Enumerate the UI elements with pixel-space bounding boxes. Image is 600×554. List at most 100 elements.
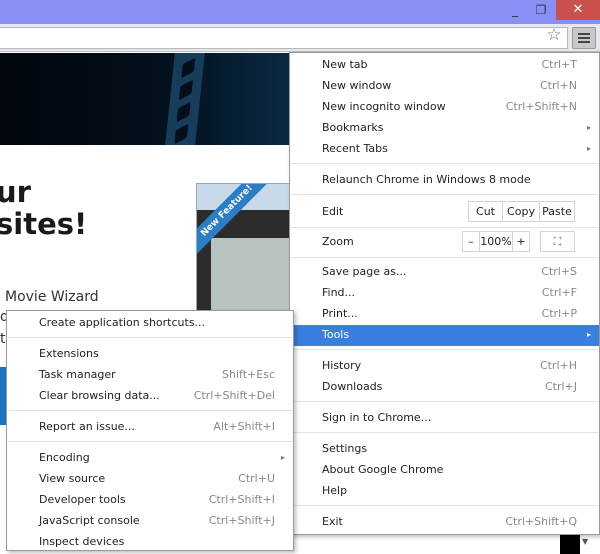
hamburger-icon-line bbox=[578, 37, 590, 39]
zoom-out-button[interactable]: – bbox=[463, 232, 480, 251]
zoom-in-button[interactable]: + bbox=[513, 232, 529, 251]
menu-item-label: Clear browsing data... bbox=[39, 389, 160, 402]
menu-item-shortcut: Ctrl+Shift+Q bbox=[505, 515, 577, 528]
headline-line-1: ur bbox=[0, 175, 31, 209]
menu-item-label: Settings bbox=[322, 442, 368, 455]
menu-item-exit[interactable]: Exit Ctrl+Shift+Q bbox=[290, 512, 599, 533]
menu-item-relaunch-windows8[interactable]: Relaunch Chrome in Windows 8 mode bbox=[290, 170, 599, 191]
menu-item-tools[interactable]: Tools ▸ bbox=[290, 325, 599, 346]
menu-item-shortcut: Ctrl+N bbox=[539, 79, 577, 92]
chrome-menu-button[interactable] bbox=[572, 27, 596, 49]
submenu-item-developer-tools[interactable]: Developer tools Ctrl+Shift+I bbox=[7, 490, 293, 511]
tools-submenu: Create application shortcuts... Extensio… bbox=[6, 310, 294, 551]
submenu-item-clear-browsing-data[interactable]: Clear browsing data... Ctrl+Shift+Del bbox=[7, 386, 293, 407]
submenu-item-view-source[interactable]: View source Ctrl+U bbox=[7, 469, 293, 490]
fullscreen-button[interactable]: ⛶ bbox=[540, 231, 575, 252]
menu-item-find[interactable]: Find... Ctrl+F bbox=[290, 283, 599, 304]
menu-item-new-incognito-window[interactable]: New incognito window Ctrl+Shift+N bbox=[290, 97, 599, 118]
menu-item-label: Tools bbox=[322, 328, 350, 341]
menu-item-label: Downloads bbox=[322, 380, 383, 393]
dropdown-arrow-icon[interactable]: ▼ bbox=[582, 537, 588, 546]
cut-button[interactable]: Cut bbox=[469, 202, 503, 221]
menu-item-shortcut: Alt+Shift+I bbox=[213, 420, 275, 433]
menu-item-label: Exit bbox=[322, 515, 343, 528]
close-icon: ✕ bbox=[572, 2, 584, 17]
menu-item-label: Relaunch Chrome in Windows 8 mode bbox=[322, 173, 531, 186]
menu-item-bookmarks[interactable]: Bookmarks ▸ bbox=[290, 118, 599, 139]
menu-item-label: About Google Chrome bbox=[322, 463, 444, 476]
menu-item-label: New window bbox=[322, 79, 392, 92]
copy-button[interactable]: Copy bbox=[503, 202, 540, 221]
menu-item-label: Help bbox=[322, 484, 348, 497]
menu-item-shortcut: Ctrl+Shift+J bbox=[208, 514, 275, 527]
restore-icon: ❐ bbox=[535, 3, 547, 17]
paste-button[interactable]: Paste bbox=[540, 202, 574, 221]
menu-item-shortcut: Shift+Esc bbox=[222, 368, 275, 381]
menu-separator bbox=[8, 410, 292, 411]
menu-item-sign-in[interactable]: Sign in to Chrome... bbox=[290, 408, 599, 429]
menu-item-label: Save page as... bbox=[322, 265, 407, 278]
menu-item-label: Inspect devices bbox=[39, 535, 125, 548]
close-button[interactable]: ✕ bbox=[556, 0, 600, 20]
window-titlebar: _ ❐ ✕ bbox=[0, 0, 600, 24]
chrome-main-menu: New tab Ctrl+T New window Ctrl+N New incog… bbox=[289, 52, 600, 535]
menu-item-shortcut: Ctrl+Shift+N bbox=[505, 100, 577, 113]
menu-item-shortcut: Ctrl+T bbox=[541, 58, 577, 71]
menu-separator bbox=[291, 432, 598, 433]
menu-item-about-chrome[interactable]: About Google Chrome bbox=[290, 460, 599, 481]
menu-item-save-page-as[interactable]: Save page as... Ctrl+S bbox=[290, 262, 599, 283]
submenu-item-inspect-devices[interactable]: Inspect devices bbox=[7, 532, 293, 553]
menu-item-label: History bbox=[322, 359, 362, 372]
menu-item-shortcut: Ctrl+F bbox=[541, 286, 577, 299]
address-bar[interactable] bbox=[0, 27, 568, 49]
menu-separator bbox=[291, 257, 598, 258]
menu-item-label: Zoom bbox=[322, 235, 354, 248]
page-banner bbox=[0, 53, 290, 145]
feature-screenshot: New Feature! bbox=[196, 183, 290, 311]
menu-separator bbox=[291, 505, 598, 506]
minimize-button[interactable]: _ bbox=[502, 0, 528, 20]
submenu-item-extensions[interactable]: Extensions bbox=[7, 344, 293, 365]
menu-item-label: Bookmarks bbox=[322, 121, 384, 134]
menu-item-label: Task manager bbox=[39, 368, 116, 381]
menu-item-shortcut: Ctrl+P bbox=[541, 307, 577, 320]
menu-separator bbox=[8, 441, 292, 442]
menu-item-downloads[interactable]: Downloads Ctrl+J bbox=[290, 377, 599, 398]
menu-item-shortcut: Ctrl+Shift+Del bbox=[193, 389, 275, 402]
menu-row-edit: Edit Cut Copy Paste bbox=[290, 198, 599, 226]
fullscreen-icon: ⛶ bbox=[553, 235, 562, 248]
menu-item-label: Create application shortcuts... bbox=[39, 316, 206, 329]
menu-item-label: Encoding bbox=[39, 451, 90, 464]
submenu-item-report-issue[interactable]: Report an issue... Alt+Shift+I bbox=[7, 417, 293, 438]
page-text-fragment: t bbox=[0, 331, 6, 347]
restore-button[interactable]: ❐ bbox=[528, 0, 554, 20]
menu-item-print[interactable]: Print... Ctrl+P bbox=[290, 304, 599, 325]
submenu-arrow-icon: ▸ bbox=[586, 330, 591, 339]
edit-button-group: Cut Copy Paste bbox=[468, 201, 575, 222]
page-dark-block bbox=[560, 535, 580, 554]
submenu-item-task-manager[interactable]: Task manager Shift+Esc bbox=[7, 365, 293, 386]
menu-separator bbox=[8, 337, 292, 338]
minimize-icon: _ bbox=[512, 3, 518, 17]
submenu-item-javascript-console[interactable]: JavaScript console Ctrl+Shift+J bbox=[7, 511, 293, 532]
menu-item-history[interactable]: History Ctrl+H bbox=[290, 356, 599, 377]
menu-item-label: Print... bbox=[322, 307, 358, 320]
menu-item-settings[interactable]: Settings bbox=[290, 439, 599, 460]
menu-item-help[interactable]: Help bbox=[290, 481, 599, 502]
bookmark-star-icon[interactable]: ☆ bbox=[544, 25, 564, 45]
menu-item-label: View source bbox=[39, 472, 106, 485]
submenu-item-create-app-shortcuts[interactable]: Create application shortcuts... bbox=[7, 313, 293, 334]
menu-item-label: New tab bbox=[322, 58, 368, 71]
menu-item-label: JavaScript console bbox=[39, 514, 140, 527]
menu-item-label: Developer tools bbox=[39, 493, 126, 506]
menu-item-label: Sign in to Chrome... bbox=[322, 411, 432, 424]
menu-item-new-window[interactable]: New window Ctrl+N bbox=[290, 76, 599, 97]
menu-item-label: New incognito window bbox=[322, 100, 446, 113]
menu-item-new-tab[interactable]: New tab Ctrl+T bbox=[290, 55, 599, 76]
menu-item-shortcut: Ctrl+Shift+I bbox=[208, 493, 275, 506]
menu-item-label: Edit bbox=[322, 205, 344, 218]
menu-separator bbox=[291, 349, 598, 350]
submenu-item-encoding[interactable]: Encoding ▸ bbox=[7, 448, 293, 469]
menu-item-recent-tabs[interactable]: Recent Tabs ▸ bbox=[290, 139, 599, 160]
menu-item-label: Report an issue... bbox=[39, 420, 135, 433]
